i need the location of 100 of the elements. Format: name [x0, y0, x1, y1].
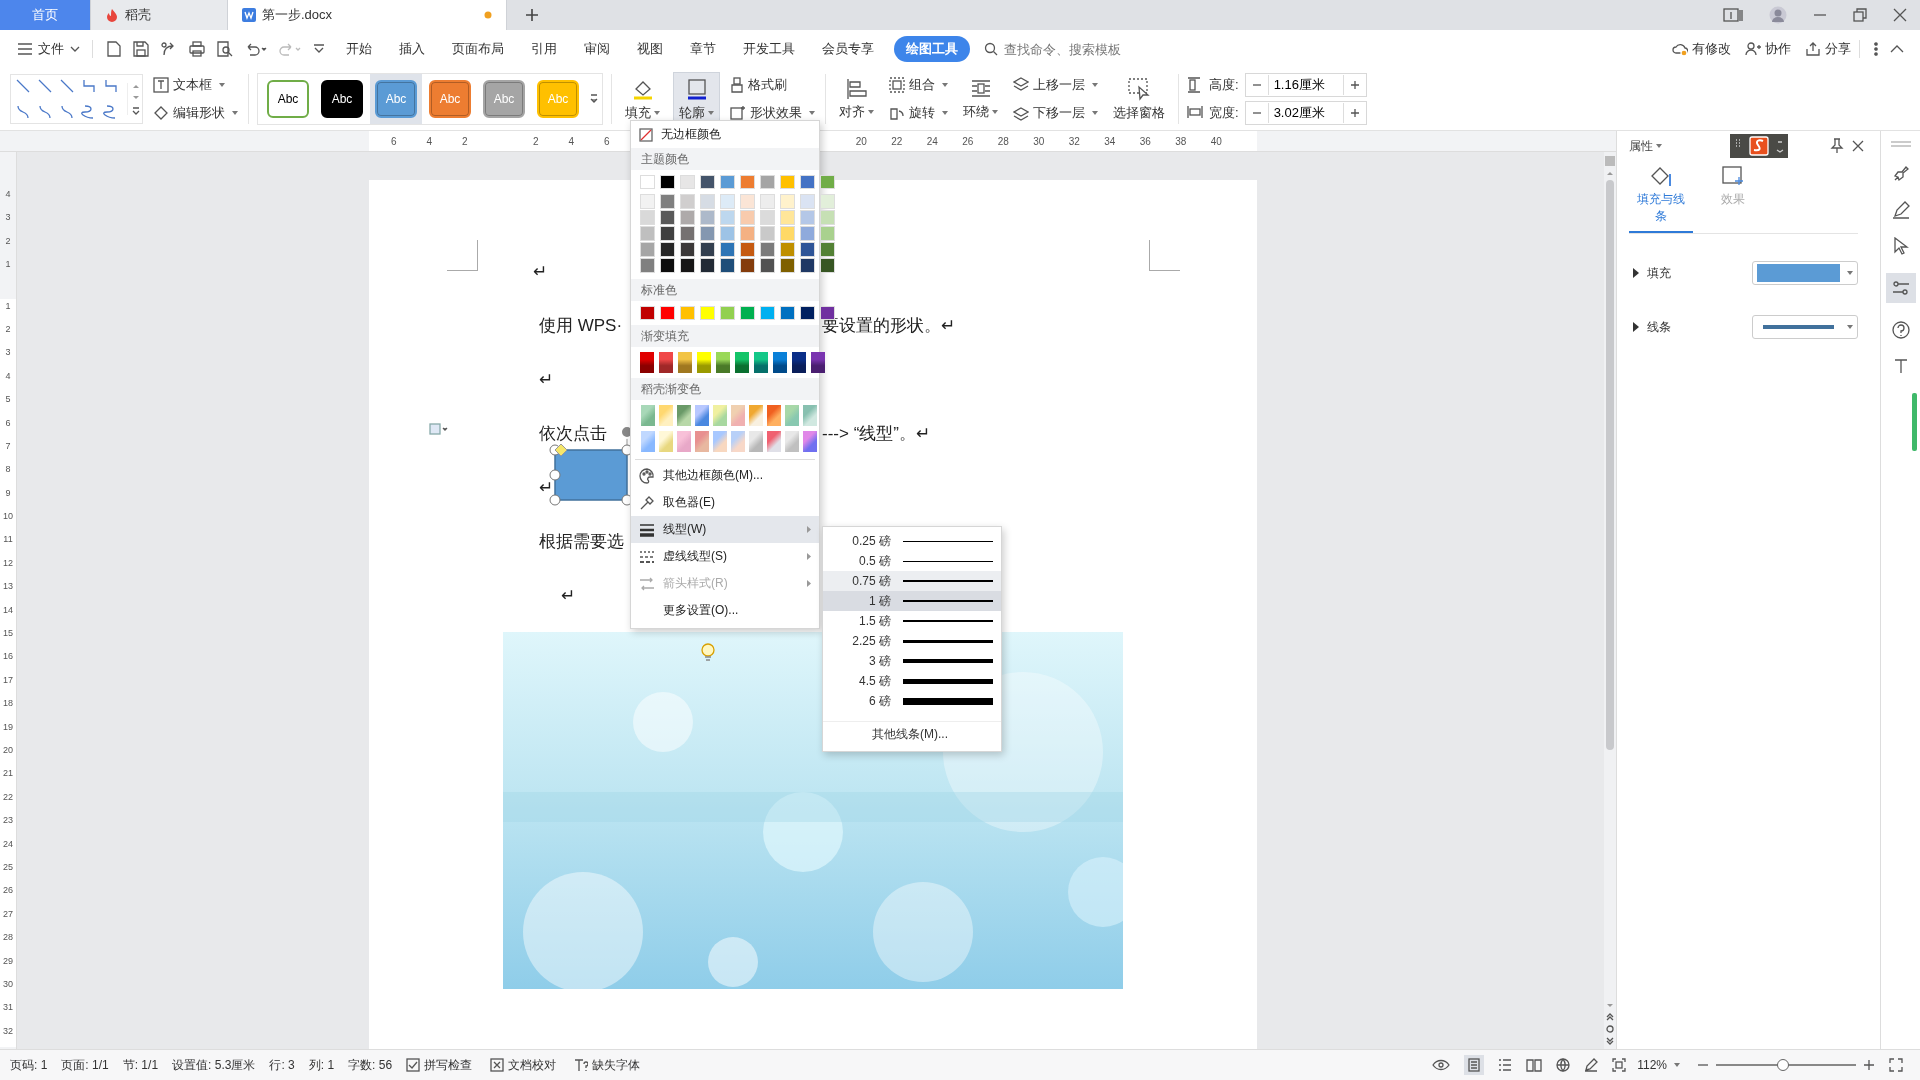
ruler-number: 16	[2, 650, 14, 664]
ruler-number: 22	[2, 790, 14, 804]
ruler-number: 15	[2, 627, 14, 641]
people-button[interactable]: 协作	[1745, 40, 1791, 58]
ribbon-tab[interactable]: 审阅	[572, 36, 622, 62]
ribbon-tab[interactable]: 插入	[387, 36, 437, 62]
line-weight-item[interactable]: 4.5 磅	[823, 671, 1001, 691]
ruler-number: 18	[2, 697, 14, 711]
properties-menu-button[interactable]: 属性	[1629, 137, 1662, 155]
ruler-number: 36	[1138, 135, 1152, 147]
send-backward-button[interactable]: 下移一层	[1011, 102, 1100, 124]
ruler-number: 11	[2, 533, 14, 547]
ribbon-tab[interactable]: 开发工具	[731, 36, 807, 62]
shape-style-button[interactable]: Abc	[321, 80, 363, 118]
menu-item[interactable]: 取色器(E)	[631, 489, 819, 516]
status-button[interactable]: 缺失字体	[574, 1056, 641, 1074]
ruler-number: 38	[1174, 135, 1188, 147]
paragraph-text: ↵	[539, 476, 554, 498]
ruler-number: 14	[2, 603, 14, 617]
shape-style-button[interactable]: Abc	[267, 80, 309, 118]
rotate-button[interactable]: 旋转	[887, 102, 950, 124]
line-weight-item[interactable]: 0.25 磅	[823, 531, 1001, 551]
width-field[interactable]: 3.02厘米	[1244, 101, 1367, 125]
align-button[interactable]: 对齐	[834, 72, 879, 126]
line-weight-item[interactable]: 0.75 磅	[823, 571, 1001, 591]
ruler-number: 2	[4, 234, 12, 248]
menu-item[interactable]: 虚线线型(S)	[631, 543, 819, 570]
line-weight-item[interactable]: 3 磅	[823, 651, 1001, 671]
paragraph-text: 根据需要选	[539, 530, 624, 553]
line-weight-item[interactable]: 1.5 磅	[823, 611, 1001, 631]
text-box-button[interactable]: 文本框	[151, 74, 240, 96]
zoom-level-button[interactable]: 112%	[1637, 1058, 1680, 1072]
ribbon-tab[interactable]: 开始	[334, 36, 384, 62]
ruler-number: 26	[2, 884, 14, 898]
paragraph-text: 使用 WPS·	[539, 314, 623, 337]
paragraph-text: ---> “线型”。↵	[822, 422, 931, 445]
ruler-number: 17	[2, 673, 14, 687]
ruler-number: 4	[4, 188, 12, 201]
document-tab[interactable]: 稻壳	[91, 0, 228, 30]
menu-item[interactable]: 其他线条(M)...	[823, 721, 1001, 747]
search-field[interactable]: 查找命令、搜索模板	[1002, 40, 1166, 58]
document-tab[interactable]: 首页	[0, 0, 91, 30]
ruler-number: 30	[2, 977, 14, 991]
width-label: 宽度:	[1209, 104, 1239, 122]
edit-shape-button[interactable]: 编辑形状	[151, 102, 240, 124]
ruler-number: 30	[1032, 135, 1046, 147]
ruler-number: 2	[460, 135, 469, 147]
line-weight-item[interactable]: 0.5 磅	[823, 551, 1001, 571]
ruler-number: 9	[4, 486, 12, 500]
ribbon-tab[interactable]: 页面布局	[440, 36, 516, 62]
wrap-button[interactable]: 环绕	[958, 72, 1003, 126]
status-button[interactable]: 拼写检查	[406, 1056, 473, 1074]
section-heading: 稻壳渐变色	[631, 378, 819, 400]
section-heading: 标准色	[631, 279, 819, 301]
ribbon-tab[interactable]: 章节	[678, 36, 728, 62]
ruler-number: 24	[925, 135, 939, 147]
document-tab[interactable]: 第一步.docx	[228, 0, 507, 30]
file-menu-button[interactable]: 文件	[14, 36, 84, 62]
group-button[interactable]: 组合	[887, 74, 950, 96]
ribbon-tab[interactable]: 视图	[625, 36, 675, 62]
ruler-number: 7	[4, 439, 12, 453]
format-painter-button[interactable]: 格式刷	[728, 74, 817, 96]
ruler-number: 23	[2, 814, 14, 828]
status-button[interactable]: 文档校对	[490, 1056, 557, 1074]
status-text: 节: 1/1	[122, 1056, 159, 1074]
ruler-number: 21	[2, 767, 14, 781]
section-heading: 主题颜色	[631, 148, 819, 170]
line-weight-item[interactable]: 2.25 磅	[823, 631, 1001, 651]
panel-tab[interactable]: 填充与线条	[1629, 161, 1693, 233]
ribbon-tab[interactable]: 会员专享	[810, 36, 886, 62]
ruler-number: 32	[2, 1024, 14, 1038]
ruler-number: 13	[2, 580, 14, 594]
height-field[interactable]: 1.16厘米	[1244, 73, 1367, 97]
ribbon-tab[interactable]: 引用	[519, 36, 569, 62]
ruler-number: 32	[1067, 135, 1081, 147]
status-text: 字数: 56	[348, 1056, 393, 1074]
ruler-number: 31	[2, 1001, 14, 1015]
selection-pane-button[interactable]: 选择窗格	[1108, 72, 1170, 126]
ribbon-tab[interactable]: 绘图工具	[894, 36, 970, 62]
line-weight-item[interactable]: 1 磅	[823, 591, 1001, 611]
ruler-number: 6	[4, 416, 12, 430]
share-button[interactable]: 分享	[1805, 40, 1851, 58]
ruler-number: 40	[1209, 135, 1223, 147]
menu-item[interactable]: 其他边框颜色(M)...	[631, 462, 819, 489]
ruler-number: 2	[4, 322, 12, 336]
menu-item[interactable]: 更多设置(O)...	[631, 597, 819, 624]
ruler-number: 12	[2, 556, 14, 570]
ruler-number: 29	[2, 954, 14, 968]
status-text: 行: 3	[269, 1056, 295, 1074]
menu-item[interactable]: 线型(W)	[631, 516, 819, 543]
paragraph-text: 依次点击	[539, 422, 607, 445]
ruler-number: 1	[4, 258, 12, 272]
ruler-number: 1	[4, 299, 12, 313]
cloud-button[interactable]: 有修改	[1672, 40, 1731, 58]
status-text: 列: 1	[308, 1056, 335, 1074]
line-weight-item[interactable]: 6 磅	[823, 691, 1001, 711]
ruler-number: 34	[1103, 135, 1117, 147]
bring-forward-button[interactable]: 上移一层	[1011, 74, 1100, 96]
ruler-number: 20	[854, 135, 868, 147]
status-text: 页码: 1	[10, 1056, 48, 1074]
